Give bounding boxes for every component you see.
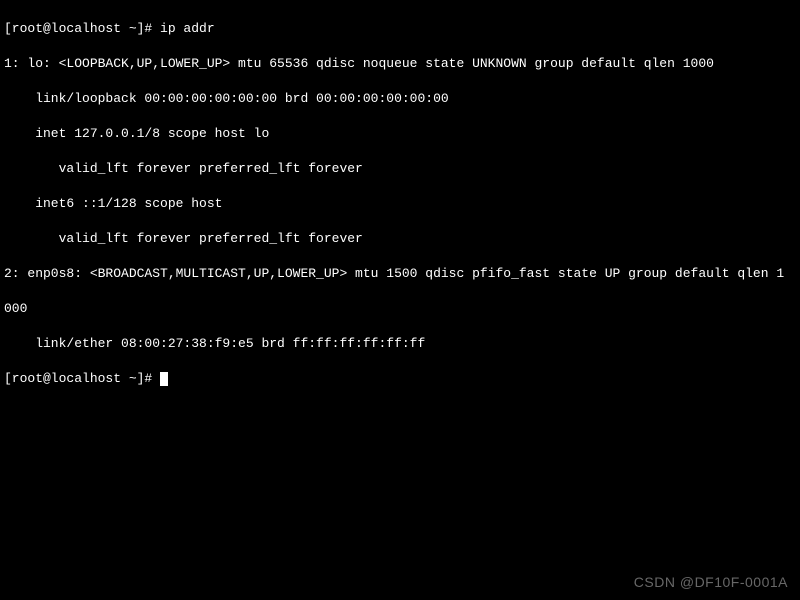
cursor-icon <box>160 372 168 386</box>
shell-prompt: [root@localhost ~]# <box>4 371 160 386</box>
output-line: 2: enp0s8: <BROADCAST,MULTICAST,UP,LOWER… <box>4 265 796 283</box>
output-line: valid_lft forever preferred_lft forever <box>4 160 796 178</box>
output-line: 1: lo: <LOOPBACK,UP,LOWER_UP> mtu 65536 … <box>4 55 796 73</box>
output-line: link/ether 08:00:27:38:f9:e5 brd ff:ff:f… <box>4 335 796 353</box>
command-text: ip addr <box>160 21 215 36</box>
terminal-output[interactable]: [root@localhost ~]# ip addr 1: lo: <LOOP… <box>0 0 800 408</box>
watermark-text: CSDN @DF10F-0001A <box>634 573 788 592</box>
output-line: inet6 ::1/128 scope host <box>4 195 796 213</box>
output-line: valid_lft forever preferred_lft forever <box>4 230 796 248</box>
output-line: inet 127.0.0.1/8 scope host lo <box>4 125 796 143</box>
output-line: 000 <box>4 300 796 318</box>
output-line: link/loopback 00:00:00:00:00:00 brd 00:0… <box>4 90 796 108</box>
shell-prompt: [root@localhost ~]# <box>4 21 160 36</box>
